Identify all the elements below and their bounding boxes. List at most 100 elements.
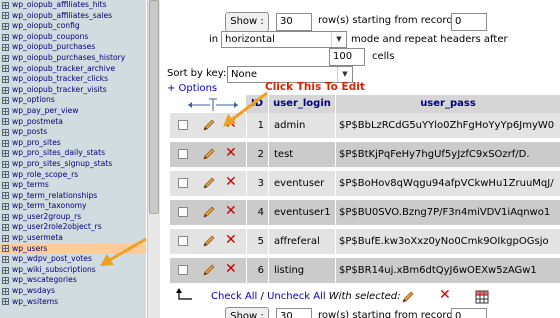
pencil-icon[interactable] (202, 176, 216, 190)
sidebar-item-label[interactable]: wp_wdpv_post_votes (12, 254, 92, 265)
sidebar-item-label[interactable]: wp_oiopub_purchases_history (12, 53, 125, 64)
sidebar-item-label[interactable]: wp_oiopub_coupons (12, 32, 88, 43)
sidebar-item[interactable]: wp_oiopub_affiliates_hits (0, 0, 146, 11)
sidebar-item-label[interactable]: wp_oiopub_config (12, 21, 80, 32)
table-icon[interactable] (2, 256, 9, 264)
sidebar-item[interactable]: wp_wscategories (0, 275, 146, 286)
table-icon[interactable] (2, 287, 9, 295)
user-login-column-header[interactable]: user_login (269, 95, 335, 113)
table-icon[interactable] (2, 65, 9, 73)
sidebar-item[interactable]: wp_term_relationships (0, 191, 146, 202)
sidebar-item-label[interactable]: wp_user2group_rs (12, 212, 81, 223)
sidebar-item[interactable]: wp_wsdays (0, 286, 146, 297)
pencil-icon[interactable] (401, 290, 415, 304)
row-checkbox[interactable] (178, 236, 188, 246)
uncheck-all-link[interactable]: Uncheck All (267, 291, 326, 302)
row-checkbox[interactable] (178, 265, 188, 275)
row-checkbox[interactable] (178, 207, 188, 217)
table-icon[interactable] (2, 266, 9, 274)
table-icon[interactable] (2, 171, 9, 179)
table-icon[interactable] (2, 160, 9, 168)
repeat-headers-input[interactable]: 100 (329, 48, 365, 66)
sidebar-item[interactable]: wp_user2role2object_rs (0, 222, 146, 233)
pencil-icon[interactable] (202, 118, 216, 132)
footer-rows-count-input[interactable]: 30 (276, 308, 312, 318)
sidebar-item-label[interactable]: wp_posts (12, 127, 47, 138)
sidebar-item-label[interactable]: wp_oiopub_purchases (12, 42, 95, 53)
delete-icon[interactable]: ✕ (225, 145, 239, 161)
sidebar-item-label[interactable]: wp_postmeta (12, 117, 63, 128)
table-icon[interactable] (2, 22, 9, 30)
sidebar-item[interactable]: wp_oiopub_coupons (0, 32, 146, 43)
sidebar-item-label[interactable]: wp_oiopub_tracker_visits (12, 85, 107, 96)
sidebar-item-label[interactable]: wp_user2role2object_rs (12, 222, 102, 233)
pencil-icon[interactable] (202, 234, 216, 248)
table-icon[interactable] (2, 298, 9, 306)
table-icon[interactable] (2, 97, 9, 105)
sidebar-item-label[interactable]: wp_wiki_subscriptions (12, 265, 96, 276)
table-icon[interactable] (2, 107, 9, 115)
table-icon[interactable] (2, 1, 9, 9)
rows-count-input[interactable]: 30 (276, 13, 312, 31)
sidebar-item[interactable]: wp_oiopub_config (0, 21, 146, 32)
sidebar-item[interactable]: wp_wsitems (0, 297, 146, 308)
sidebar-item[interactable]: wp_role_scope_rs (0, 170, 146, 181)
sidebar-item[interactable]: wp_options (0, 95, 146, 106)
sidebar-item[interactable]: wp_oiopub_tracker_archive (0, 64, 146, 75)
delete-icon[interactable]: ✕ (225, 261, 239, 277)
sidebar-item[interactable]: wp_posts (0, 127, 146, 138)
pencil-icon[interactable] (202, 263, 216, 277)
sidebar-item-label[interactable]: wp_role_scope_rs (12, 170, 78, 181)
sidebar-item[interactable]: wp_oiopub_purchases (0, 42, 146, 53)
table-icon[interactable] (2, 234, 9, 242)
sidebar-item-label[interactable]: wp_oiopub_tracker_clicks (12, 74, 108, 85)
pencil-icon[interactable] (202, 147, 216, 161)
sidebar-item-label[interactable]: wp_pro_sites_signup_stats (12, 159, 112, 170)
show-button[interactable]: Show : (225, 12, 269, 32)
table-icon[interactable] (2, 128, 9, 136)
sidebar-item[interactable]: wp_term_taxonomy (0, 201, 146, 212)
sidebar-item-label[interactable]: wp_oiopub_affiliates_hits (12, 0, 107, 11)
delete-icon[interactable]: ✕ (225, 232, 239, 248)
table-icon[interactable] (2, 213, 9, 221)
check-all-link[interactable]: Check All (211, 291, 257, 302)
sidebar-item-label[interactable]: wp_terms (12, 180, 49, 191)
sidebar-item[interactable]: wp_oiopub_affiliates_sales (0, 11, 146, 22)
table-icon[interactable] (2, 277, 9, 285)
sidebar-item-label[interactable]: wp_usermeta (12, 233, 63, 244)
table-icon[interactable] (2, 203, 9, 211)
sidebar-item[interactable]: wp_pay_per_view (0, 106, 146, 117)
table-icon[interactable] (2, 12, 9, 20)
sidebar-item-label[interactable]: wp_wscategories (12, 275, 77, 286)
sidebar-item-label[interactable]: wp_options (12, 95, 55, 106)
row-checkbox[interactable] (178, 149, 188, 159)
sidebar-item[interactable]: wp_oiopub_tracker_clicks (0, 74, 146, 85)
user-pass-column-header[interactable]: user_pass (336, 95, 560, 113)
sidebar-item[interactable]: wp_oiopub_tracker_visits (0, 85, 146, 96)
row-checkbox[interactable] (178, 120, 188, 130)
sidebar-item-label[interactable]: wp_term_relationships (12, 191, 97, 202)
sidebar-item[interactable]: wp_terms (0, 180, 146, 191)
start-record-input[interactable]: 0 (451, 13, 487, 31)
delete-icon[interactable]: ✕ (439, 287, 451, 303)
sidebar-item-label[interactable]: wp_pro_sites_daily_stats (12, 148, 105, 159)
scrollbar-thumb[interactable] (149, 0, 159, 214)
display-mode-select[interactable]: horizontal ▼ (221, 31, 347, 48)
sidebar-item-label[interactable]: wp_oiopub_tracker_archive (12, 64, 115, 75)
table-icon[interactable] (2, 192, 9, 200)
footer-show-button[interactable]: Show : (225, 307, 269, 318)
table-icon[interactable] (2, 54, 9, 62)
row-checkbox[interactable] (178, 178, 188, 188)
delete-icon[interactable]: ✕ (225, 174, 239, 190)
table-icon[interactable] (2, 44, 9, 52)
sidebar-item[interactable]: wp_oiopub_purchases_history (0, 53, 146, 64)
sidebar-item-label[interactable]: wp_users (12, 244, 47, 255)
sidebar-item[interactable]: wp_pro_sites_signup_stats (0, 159, 146, 170)
sidebar-item-label[interactable]: wp_wsitems (12, 297, 58, 308)
pencil-icon[interactable] (202, 205, 216, 219)
sidebar-item-label[interactable]: wp_oiopub_affiliates_sales (12, 11, 112, 22)
footer-start-record-input[interactable]: 0 (451, 308, 487, 318)
table-icon[interactable] (2, 245, 9, 253)
sidebar-item[interactable]: wp_pro_sites (0, 138, 146, 149)
table-icon[interactable] (2, 118, 9, 126)
